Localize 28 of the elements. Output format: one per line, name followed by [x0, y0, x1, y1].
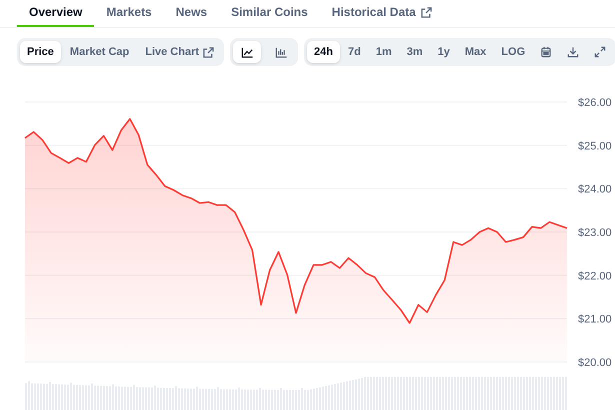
metric-toggle[interactable]: Live Chart	[138, 41, 222, 63]
range-toggle[interactable]: 1y	[430, 41, 457, 63]
range-toggle[interactable]: Max	[458, 41, 494, 63]
metric-toggle[interactable]: Market Cap	[62, 41, 136, 63]
tab[interactable]: Overview	[17, 0, 94, 27]
y-axis-label: $21.00	[578, 314, 612, 326]
y-axis-label: $22.00	[578, 270, 612, 282]
tab[interactable]: Similar Coins	[219, 0, 320, 27]
range-toggle[interactable]: 7d	[340, 41, 368, 63]
bar-chart-icon	[274, 46, 288, 58]
tab[interactable]: Historical Data	[320, 0, 444, 27]
range-toggle[interactable]: LOG	[494, 41, 532, 63]
range-toggle[interactable]: 3m	[400, 41, 430, 63]
tab[interactable]: Markets	[94, 0, 164, 27]
range-toggle[interactable]: 1m	[368, 41, 399, 63]
expand-icon	[594, 46, 606, 58]
y-axis-label: $23.00	[578, 227, 612, 239]
y-axis-label: $26.00	[578, 97, 612, 109]
calendar-icon	[540, 46, 552, 58]
tab[interactable]: News	[164, 0, 220, 27]
y-axis-label: $25.00	[578, 140, 612, 152]
download-icon	[567, 46, 580, 58]
chart-style-toggle[interactable]	[233, 41, 262, 63]
line-chart-icon	[240, 46, 254, 58]
y-axis-label: $20.00	[578, 357, 612, 369]
range-toggle[interactable]: 24h	[307, 41, 340, 63]
y-axis-label: $24.00	[578, 184, 612, 196]
metric-toggle[interactable]: Price	[20, 41, 61, 63]
